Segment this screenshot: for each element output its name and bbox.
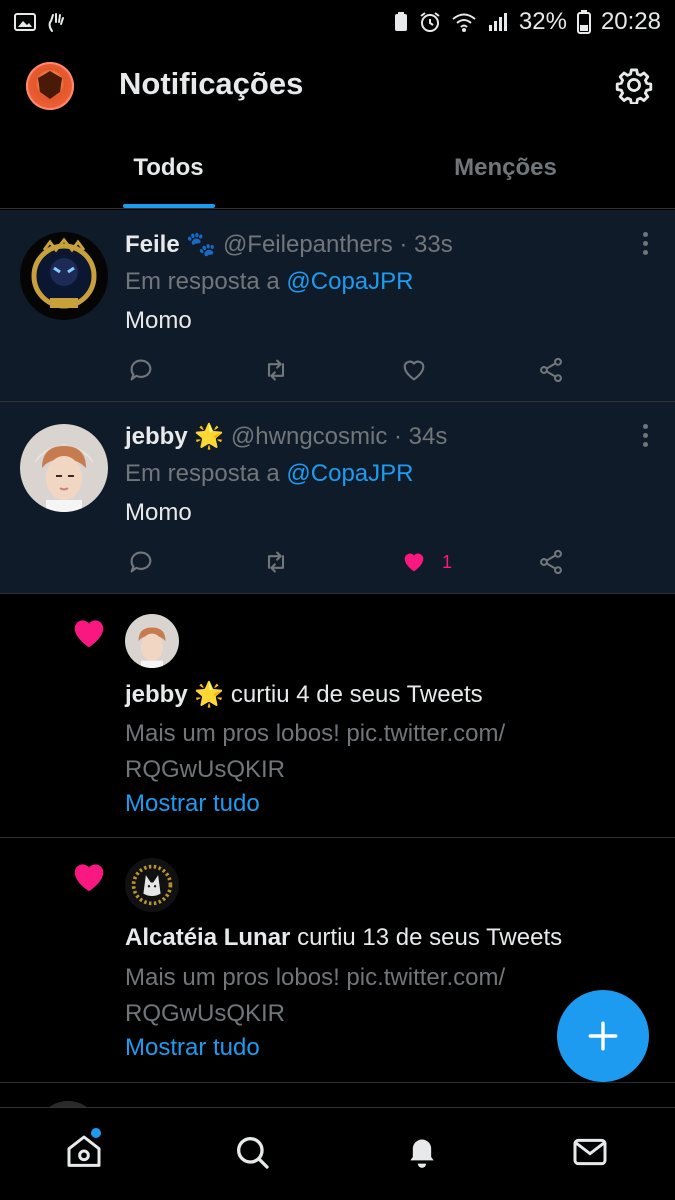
like-notification[interactable]: jebby 🌟 curtiu 4 de seus Tweets Mais um … [0, 594, 675, 838]
heart-icon [74, 864, 104, 892]
reply-context: Em resposta a @CopaJPR [125, 460, 413, 488]
tweet-actions [125, 350, 585, 390]
nav-messages[interactable] [570, 1132, 610, 1172]
display-name[interactable]: jebby [125, 423, 188, 450]
notification-text: Alcatéia Lunar curtiu 13 de seus Tweets [125, 924, 562, 952]
more-options-icon[interactable] [641, 232, 649, 258]
display-name[interactable]: Feile [125, 231, 180, 258]
notification-action: curtiu 13 de seus Tweets [297, 924, 563, 951]
battery-percent: 32% [518, 8, 567, 35]
tab-bar: Todos Menções [0, 128, 675, 209]
retweet-button[interactable] [262, 542, 290, 582]
tweet-actions: 1 [125, 542, 585, 582]
battery-saver-icon [394, 12, 407, 31]
reply-mention-link[interactable]: @CopaJPR [286, 460, 413, 487]
clock: 20:28 [600, 8, 661, 35]
home-icon [67, 1135, 101, 1167]
avatar[interactable] [125, 858, 179, 912]
handle-time: @hwngcosmic · 34s [230, 423, 448, 450]
reply-icon [130, 551, 152, 573]
nav-home[interactable] [64, 1132, 104, 1172]
avatar[interactable] [125, 614, 179, 668]
notifications-icon [410, 1139, 434, 1168]
plus-icon [588, 1021, 618, 1051]
search-icon [237, 1137, 269, 1169]
wifi-icon [452, 13, 476, 32]
like-count: 1 [442, 551, 453, 572]
share-icon [540, 549, 562, 575]
share-icon [540, 357, 562, 383]
tweet-text: Momo [125, 307, 192, 334]
heart-icon [74, 620, 104, 648]
heart-filled-icon [404, 553, 424, 572]
more-options-icon[interactable] [641, 424, 649, 450]
heart-outline-icon [403, 360, 425, 381]
show-all-link[interactable]: Mostrar tudo [125, 790, 260, 818]
reply-icon [130, 359, 152, 381]
tweet-card[interactable]: Feile 🐾 @Feilepanthers · 33s Em resposta… [0, 210, 675, 402]
notification-text: jebby 🌟 curtiu 4 de seus Tweets [125, 680, 483, 709]
alarm-icon [420, 12, 440, 32]
notification-action: curtiu 4 de seus Tweets [230, 681, 483, 708]
active-tab-indicator [123, 204, 215, 208]
tweet-header: Feile 🐾 @Feilepanthers · 33s [125, 230, 453, 259]
tweet-snippet: Mais um pros lobos! pic.twitter.com/ RQG… [125, 720, 506, 783]
avatar[interactable] [20, 232, 108, 320]
hand-icon [48, 13, 64, 32]
bottom-navigation [0, 1107, 675, 1200]
show-all-link[interactable]: Mostrar tudo [125, 1034, 260, 1062]
handle-time: @Feilepanthers · 33s [222, 231, 453, 258]
like-button[interactable]: 1 [400, 542, 452, 582]
reply-button[interactable] [127, 350, 155, 390]
nav-search[interactable] [232, 1132, 272, 1172]
liker-name[interactable]: jebby [125, 681, 188, 708]
share-button[interactable] [537, 542, 565, 582]
signal-icon [488, 13, 507, 31]
tweet-text: Momo [125, 499, 192, 526]
gear-icon[interactable] [615, 66, 653, 104]
reply-mention-link[interactable]: @CopaJPR [286, 268, 413, 295]
compose-tweet-button[interactable] [557, 990, 649, 1082]
reply-prefix: Em resposta a [125, 460, 280, 487]
nav-notifications[interactable] [402, 1132, 442, 1172]
name-emoji: 🐾 [186, 231, 217, 258]
tweet-snippet: Mais um pros lobos! pic.twitter.com/ RQG… [125, 964, 506, 1027]
home-new-indicator [91, 1128, 101, 1138]
like-button[interactable] [400, 350, 428, 390]
liker-name[interactable]: Alcatéia Lunar [125, 924, 290, 951]
page-title: Notificações [119, 66, 304, 101]
avatar[interactable] [20, 424, 108, 512]
status-bar: 32% 20:28 [0, 0, 675, 44]
tab-mencoes[interactable]: Menções [337, 128, 674, 208]
tweet-header: jebby 🌟 @hwngcosmic · 34s [125, 422, 447, 451]
retweet-icon [267, 359, 285, 381]
messages-icon [573, 1138, 607, 1166]
reply-button[interactable] [127, 542, 155, 582]
tweet-card[interactable]: jebby 🌟 @hwngcosmic · 34s Em resposta a … [0, 402, 675, 594]
retweet-icon [267, 551, 285, 573]
name-emoji: 🌟 [194, 681, 225, 708]
app-header: Notificações [0, 44, 675, 128]
retweet-button[interactable] [262, 350, 290, 390]
reply-prefix: Em resposta a [125, 268, 280, 295]
share-button[interactable] [537, 350, 565, 390]
battery-icon [576, 10, 591, 34]
reply-context: Em resposta a @CopaJPR [125, 268, 413, 296]
name-emoji: 🌟 [194, 423, 225, 450]
image-icon [14, 13, 36, 31]
tab-todos[interactable]: Todos [0, 128, 337, 208]
profile-avatar[interactable] [26, 62, 74, 110]
